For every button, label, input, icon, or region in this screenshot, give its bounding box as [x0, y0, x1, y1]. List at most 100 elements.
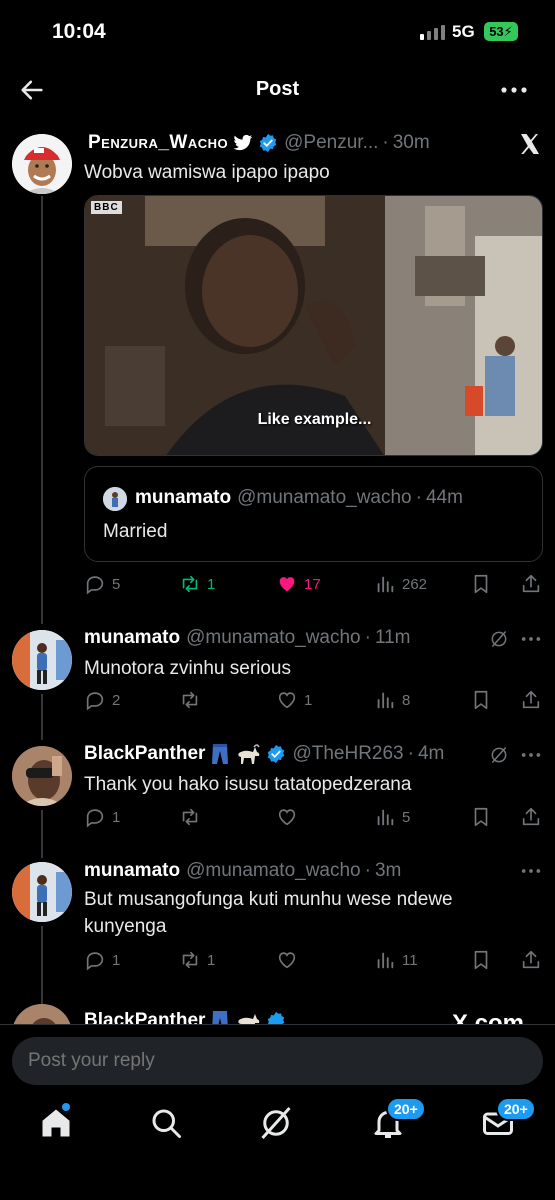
reply-input[interactable]	[12, 1037, 543, 1085]
x-logo-icon[interactable]	[518, 132, 542, 156]
reply-icon	[86, 952, 104, 971]
thread-line	[41, 196, 43, 624]
like-button[interactable]	[276, 806, 304, 828]
nav-search[interactable]	[148, 1105, 188, 1145]
bookmark-icon[interactable]	[470, 949, 492, 971]
quoted-post[interactable]: munamato @munamato_wacho · 44m Married	[84, 466, 543, 562]
author-name[interactable]: BlackPanther	[84, 743, 205, 765]
post-text: Thank you hako isusu tatatopedzerana	[84, 774, 412, 795]
post-text: Munotora zvinhu serious	[84, 658, 291, 679]
share-icon[interactable]	[520, 689, 542, 711]
messages-badge: 20+	[496, 1097, 536, 1121]
post-actions: 5 1 17 262	[84, 573, 544, 597]
nav-home[interactable]	[38, 1103, 78, 1145]
more-options-icon[interactable]	[520, 861, 542, 881]
like-count: 17	[304, 575, 321, 593]
post-header: munamato @munamato_wacho · 3m	[84, 860, 401, 882]
repost-button[interactable]: 1	[179, 949, 215, 971]
video-thumbnail[interactable]: BBC Like example...	[84, 195, 543, 456]
reply-count: 1	[112, 951, 121, 969]
bird-icon	[233, 134, 253, 151]
grok-icon	[261, 1106, 291, 1140]
status-time: 10:04	[52, 20, 106, 43]
post-header: munamato @munamato_wacho · 11m	[84, 627, 411, 649]
quoted-time: 44m	[425, 487, 463, 508]
more-options-icon[interactable]	[520, 629, 542, 649]
like-button[interactable]: 1	[276, 689, 312, 711]
reply-count: 2	[112, 691, 121, 709]
search-icon	[152, 1109, 181, 1138]
post-text: But musangofunga kuti munhu wese ndewe k…	[84, 889, 453, 937]
heart-icon	[278, 952, 296, 969]
like-count: 1	[304, 691, 313, 709]
nav-messages[interactable]: 20+	[480, 1097, 536, 1145]
like-button[interactable]	[276, 949, 304, 971]
avatar[interactable]	[12, 862, 72, 922]
author-handle[interactable]: @munamato_wacho	[186, 860, 361, 882]
reply-button[interactable]: 2	[84, 689, 120, 711]
separator-dot: ·	[407, 743, 414, 764]
thread-line	[41, 694, 43, 740]
views-icon	[377, 809, 394, 826]
goat-emoji-icon	[238, 744, 261, 764]
views-button[interactable]: 11	[374, 949, 418, 971]
share-icon[interactable]	[520, 573, 542, 595]
author-name[interactable]: munamato	[84, 860, 180, 882]
bookmark-icon[interactable]	[470, 689, 492, 711]
views-button[interactable]: 5	[374, 806, 410, 828]
repost-icon	[182, 951, 198, 969]
views-icon	[377, 952, 394, 969]
post-actions: 1 1 11	[84, 949, 544, 973]
heart-icon	[278, 692, 296, 709]
post-actions: 2 1 8	[84, 689, 544, 713]
author-handle[interactable]: @munamato_wacho	[186, 627, 361, 649]
grok-icon[interactable]	[489, 629, 509, 649]
views-count: 5	[402, 808, 411, 826]
quoted-header: munamato @munamato_wacho · 44m	[135, 487, 463, 509]
nav-notifications[interactable]: 20+	[370, 1097, 426, 1145]
heart-filled-icon	[279, 577, 295, 592]
post-time: 30m	[392, 132, 430, 153]
repost-button[interactable]: 1	[179, 573, 215, 595]
notifications-badge: 20+	[386, 1097, 426, 1121]
separator-dot: ·	[364, 860, 371, 881]
author-handle[interactable]: @Penzur...	[284, 132, 378, 154]
heart-icon	[278, 809, 296, 826]
views-button[interactable]: 262	[374, 573, 427, 595]
nav-grok[interactable]	[258, 1105, 298, 1145]
grok-icon[interactable]	[489, 745, 509, 765]
author-handle[interactable]: @TheHR263	[292, 743, 403, 765]
post-actions: 1 5	[84, 806, 544, 830]
reply-button[interactable]: 5	[84, 573, 120, 595]
reply-button[interactable]: 1	[84, 949, 120, 971]
more-options-icon[interactable]	[498, 78, 530, 102]
repost-count: 1	[207, 951, 216, 969]
bookmark-icon[interactable]	[470, 573, 492, 595]
repost-icon	[182, 808, 198, 826]
author-name[interactable]: munamato	[84, 627, 180, 649]
avatar-image	[12, 746, 72, 806]
repost-button[interactable]	[179, 689, 207, 711]
avatar[interactable]	[12, 746, 72, 806]
share-icon[interactable]	[520, 949, 542, 971]
reply-button[interactable]: 1	[84, 806, 120, 828]
views-icon	[377, 576, 394, 593]
avatar[interactable]	[12, 630, 72, 690]
share-icon[interactable]	[520, 806, 542, 828]
avatar[interactable]	[12, 134, 72, 194]
more-options-icon[interactable]	[520, 745, 542, 765]
views-button[interactable]: 8	[374, 689, 410, 711]
like-button[interactable]: 17	[276, 573, 321, 595]
home-icon	[42, 1109, 70, 1137]
network-label: 5G	[452, 22, 475, 41]
repost-icon	[182, 575, 198, 593]
views-count: 262	[402, 575, 428, 593]
author-name[interactable]: Penzura_Wacho	[88, 132, 228, 154]
jeans-emoji-icon	[212, 744, 229, 764]
avatar-image	[12, 134, 72, 194]
broadcaster-logo: BBC	[91, 201, 122, 214]
avatar-image	[12, 630, 72, 690]
repost-button[interactable]	[179, 806, 207, 828]
bookmark-icon[interactable]	[470, 806, 492, 828]
separator-dot: ·	[415, 487, 422, 508]
